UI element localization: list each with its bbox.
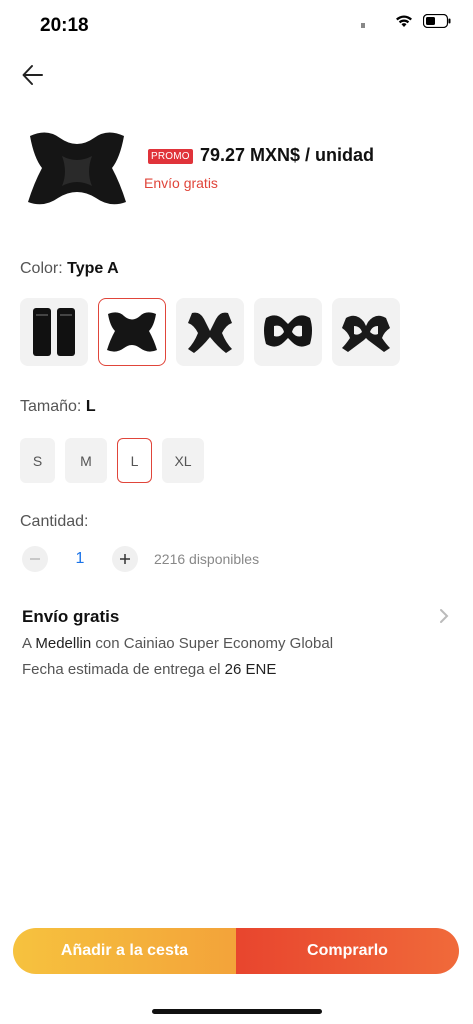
shipping-eta-date: 26 ENE — [224, 661, 277, 678]
back-button[interactable] — [20, 62, 46, 88]
size-option-m[interactable]: M — [65, 438, 107, 483]
color-label-row: Color: Type A — [20, 260, 119, 278]
plus-icon — [120, 554, 130, 564]
minus-icon — [30, 558, 40, 560]
back-brace-type-d-icon — [342, 315, 390, 352]
size-selected-value: L — [85, 398, 96, 415]
free-shipping-note: Envío gratis — [144, 175, 218, 191]
action-bar: Añadir a la cesta Comprarlo — [13, 928, 459, 974]
size-options: S M L XL — [20, 438, 204, 483]
color-option-type-a[interactable] — [98, 298, 166, 366]
quantity-available: 2216 disponibles — [154, 551, 260, 567]
status-time: 20:18 — [40, 15, 89, 36]
size-option-s[interactable]: S — [20, 438, 55, 483]
battery-icon — [423, 14, 451, 28]
wifi-icon — [396, 15, 412, 27]
product-image — [22, 128, 132, 212]
product-price: 79.27 MXN$ / unidad — [200, 145, 375, 165]
status-bar: 20:18 — [0, 0, 473, 50]
size-label-row: Tamaño: L — [20, 398, 96, 416]
shipping-route-prefix: A — [22, 635, 32, 652]
back-arrow-icon — [22, 65, 43, 85]
color-label: Color: — [20, 260, 63, 277]
size-label: Tamaño: — [20, 398, 82, 415]
chevron-right-icon — [440, 609, 449, 623]
color-option-type-d[interactable] — [332, 298, 400, 366]
color-options — [20, 298, 400, 366]
back-brace-type-c-icon — [264, 315, 312, 347]
shipping-route: A Medellin con Cainiao Super Economy Glo… — [22, 635, 333, 652]
color-option-type-b[interactable] — [176, 298, 244, 366]
shipping-details-button[interactable] — [437, 606, 451, 626]
quantity-stepper: 1 2216 disponibles — [22, 546, 259, 572]
size-option-l[interactable]: L — [117, 438, 152, 483]
status-icons — [361, 14, 451, 28]
quantity-label: Cantidad: — [20, 513, 89, 530]
sleeve-brace-icon — [33, 308, 75, 356]
buy-now-button[interactable]: Comprarlo — [236, 928, 459, 974]
size-option-xl[interactable]: XL — [162, 438, 204, 483]
quantity-value[interactable]: 1 — [48, 550, 112, 568]
shipping-eta-prefix: Fecha estimada de entrega el — [22, 661, 221, 678]
back-brace-type-b-icon — [188, 312, 232, 353]
color-option-sleeve[interactable] — [20, 298, 88, 366]
add-to-cart-button[interactable]: Añadir a la cesta — [13, 928, 236, 974]
increase-quantity-button[interactable] — [112, 546, 138, 572]
color-option-type-c[interactable] — [254, 298, 322, 366]
signal-icon — [361, 22, 365, 28]
back-brace-type-a-icon — [107, 312, 157, 352]
home-indicator[interactable] — [152, 1009, 322, 1014]
color-selected-value: Type A — [67, 260, 119, 277]
shipping-title[interactable]: Envío gratis — [22, 607, 119, 627]
shipping-city: Medellin — [35, 635, 92, 652]
promo-badge: PROMO — [148, 149, 193, 164]
shipping-carrier: con Cainiao Super Economy Global — [95, 635, 334, 652]
shipping-eta: Fecha estimada de entrega el 26 ENE — [22, 661, 276, 678]
decrease-quantity-button[interactable] — [22, 546, 48, 572]
